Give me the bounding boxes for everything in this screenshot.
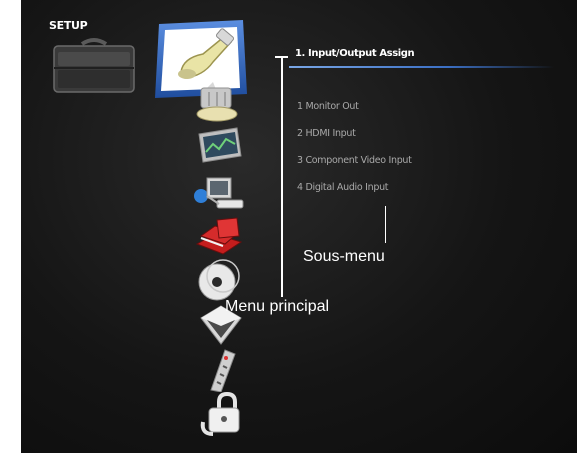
setup-screen: SETUP 1. Input/Output Assign 1 Monitor O… xyxy=(21,0,577,453)
submenu-title: 1. Input/Output Assign xyxy=(295,48,415,59)
network-devices-icon[interactable] xyxy=(191,170,245,216)
submenu-item-hdmi-input[interactable]: 2 HDMI Input xyxy=(297,128,356,139)
submenu-callout-line xyxy=(385,206,386,243)
satellite-receiver-icon[interactable] xyxy=(191,80,245,126)
submenu-item-component-video-input[interactable]: 3 Component Video Input xyxy=(297,155,412,166)
main-menu-callout-line xyxy=(281,57,283,297)
submenu-item-digital-audio-input[interactable]: 4 Digital Audio Input xyxy=(297,182,389,193)
main-menu-callout-label: Menu principal xyxy=(225,298,330,315)
book-stack-icon[interactable] xyxy=(193,214,247,260)
hdmi-cable-icon[interactable] xyxy=(173,28,237,84)
remote-control-icon[interactable] xyxy=(197,346,251,393)
submenu-title-rule xyxy=(289,66,554,68)
submenu-item-monitor-out[interactable]: 1 Monitor Out xyxy=(297,101,359,112)
padlock-icon[interactable] xyxy=(197,391,251,438)
submenu-callout-label: Sous-menu xyxy=(303,248,385,265)
setup-label: SETUP xyxy=(49,19,88,32)
tv-screen-icon[interactable] xyxy=(193,122,247,168)
toolbox-icon xyxy=(53,38,135,93)
